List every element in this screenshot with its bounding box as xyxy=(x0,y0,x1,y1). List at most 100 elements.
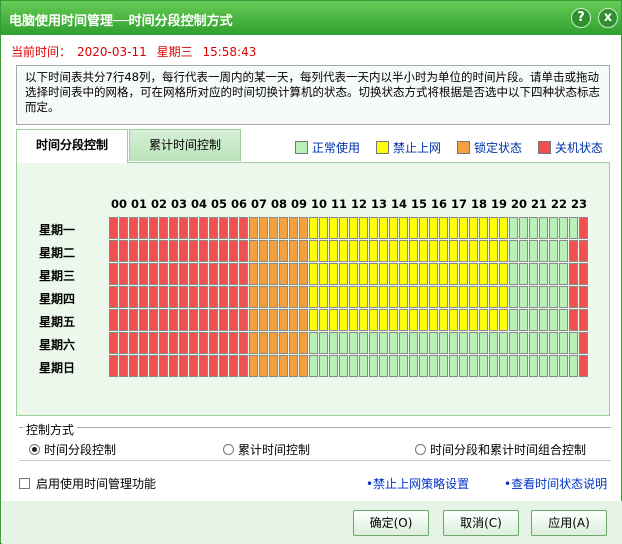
schedule-cell[interactable] xyxy=(149,309,158,331)
radio-accumulated[interactable]: 累计时间控制 xyxy=(223,441,310,458)
schedule-cell[interactable] xyxy=(339,286,348,308)
schedule-cell[interactable] xyxy=(189,355,198,377)
schedule-cell[interactable] xyxy=(449,240,458,262)
schedule-cell[interactable] xyxy=(519,217,528,239)
schedule-cell[interactable] xyxy=(399,309,408,331)
schedule-cell[interactable] xyxy=(229,217,238,239)
schedule-cell[interactable] xyxy=(149,263,158,285)
schedule-cell[interactable] xyxy=(249,263,258,285)
schedule-cell[interactable] xyxy=(259,332,268,354)
schedule-cell[interactable] xyxy=(419,240,428,262)
schedule-cell[interactable] xyxy=(129,217,138,239)
schedule-cell[interactable] xyxy=(539,332,548,354)
schedule-cell[interactable] xyxy=(319,286,328,308)
schedule-cell[interactable] xyxy=(139,263,148,285)
schedule-cell[interactable] xyxy=(519,286,528,308)
schedule-cell[interactable] xyxy=(539,309,548,331)
schedule-cell[interactable] xyxy=(279,217,288,239)
schedule-cell[interactable] xyxy=(309,309,318,331)
schedule-cell[interactable] xyxy=(499,355,508,377)
schedule-cell[interactable] xyxy=(379,355,388,377)
schedule-cell[interactable] xyxy=(389,309,398,331)
schedule-cell[interactable] xyxy=(369,332,378,354)
schedule-cell[interactable] xyxy=(329,263,338,285)
schedule-cell[interactable] xyxy=(209,309,218,331)
radio-combined[interactable]: 时间分段和累计时间组合控制 xyxy=(415,441,586,458)
schedule-cell[interactable] xyxy=(379,332,388,354)
schedule-cell[interactable] xyxy=(519,355,528,377)
schedule-cell[interactable] xyxy=(329,309,338,331)
schedule-cell[interactable] xyxy=(139,240,148,262)
schedule-cell[interactable] xyxy=(179,240,188,262)
schedule-cell[interactable] xyxy=(469,332,478,354)
schedule-cell[interactable] xyxy=(409,217,418,239)
schedule-cell[interactable] xyxy=(569,355,578,377)
schedule-cell[interactable] xyxy=(439,355,448,377)
schedule-cell[interactable] xyxy=(419,309,428,331)
schedule-cell[interactable] xyxy=(459,286,468,308)
schedule-cell[interactable] xyxy=(119,355,128,377)
schedule-cell[interactable] xyxy=(189,240,198,262)
schedule-cell[interactable] xyxy=(559,332,568,354)
schedule-cell[interactable] xyxy=(179,263,188,285)
schedule-cell[interactable] xyxy=(119,240,128,262)
enable-time-management-checkbox[interactable]: 启用使用时间管理功能 xyxy=(19,475,156,492)
schedule-cell[interactable] xyxy=(389,263,398,285)
schedule-cell[interactable] xyxy=(459,263,468,285)
schedule-cell[interactable] xyxy=(199,332,208,354)
schedule-cell[interactable] xyxy=(439,286,448,308)
schedule-cell[interactable] xyxy=(469,263,478,285)
schedule-cell[interactable] xyxy=(579,217,588,239)
schedule-cell[interactable] xyxy=(269,217,278,239)
schedule-cell[interactable] xyxy=(189,332,198,354)
schedule-cell[interactable] xyxy=(559,263,568,285)
schedule-cell[interactable] xyxy=(309,263,318,285)
schedule-cell[interactable] xyxy=(219,286,228,308)
schedule-cell[interactable] xyxy=(289,355,298,377)
schedule-cell[interactable] xyxy=(239,240,248,262)
schedule-cell[interactable] xyxy=(549,217,558,239)
schedule-cell[interactable] xyxy=(489,217,498,239)
schedule-cell[interactable] xyxy=(279,332,288,354)
close-icon[interactable]: x xyxy=(598,8,618,28)
schedule-cell[interactable] xyxy=(129,332,138,354)
schedule-cell[interactable] xyxy=(349,286,358,308)
schedule-cell[interactable] xyxy=(349,309,358,331)
schedule-cell[interactable] xyxy=(249,286,258,308)
schedule-cell[interactable] xyxy=(149,355,158,377)
schedule-cell[interactable] xyxy=(279,263,288,285)
schedule-cell[interactable] xyxy=(349,240,358,262)
schedule-cell[interactable] xyxy=(499,263,508,285)
schedule-cell[interactable] xyxy=(529,286,538,308)
schedule-cell[interactable] xyxy=(269,309,278,331)
schedule-cell[interactable] xyxy=(299,286,308,308)
schedule-cell[interactable] xyxy=(409,286,418,308)
schedule-cell[interactable] xyxy=(479,355,488,377)
schedule-cell[interactable] xyxy=(109,263,118,285)
schedule-cell[interactable] xyxy=(219,263,228,285)
schedule-cell[interactable] xyxy=(259,240,268,262)
schedule-cell[interactable] xyxy=(219,240,228,262)
schedule-cell[interactable] xyxy=(419,332,428,354)
schedule-cell[interactable] xyxy=(529,355,538,377)
schedule-cell[interactable] xyxy=(119,309,128,331)
schedule-cell[interactable] xyxy=(559,355,568,377)
schedule-cell[interactable] xyxy=(169,309,178,331)
schedule-cell[interactable] xyxy=(359,332,368,354)
schedule-cell[interactable] xyxy=(139,217,148,239)
schedule-cell[interactable] xyxy=(389,332,398,354)
schedule-cell[interactable] xyxy=(569,286,578,308)
schedule-cell[interactable] xyxy=(549,263,558,285)
schedule-cell[interactable] xyxy=(319,263,328,285)
schedule-cell[interactable] xyxy=(189,263,198,285)
schedule-cell[interactable] xyxy=(269,286,278,308)
status-help-link[interactable]: •查看时间状态说明 xyxy=(504,475,607,492)
apply-button[interactable]: 应用(A) xyxy=(531,510,607,536)
schedule-cell[interactable] xyxy=(329,286,338,308)
schedule-cell[interactable] xyxy=(239,217,248,239)
schedule-cell[interactable] xyxy=(319,332,328,354)
schedule-cell[interactable] xyxy=(249,240,258,262)
schedule-cell[interactable] xyxy=(369,240,378,262)
schedule-cell[interactable] xyxy=(259,217,268,239)
schedule-cell[interactable] xyxy=(189,286,198,308)
